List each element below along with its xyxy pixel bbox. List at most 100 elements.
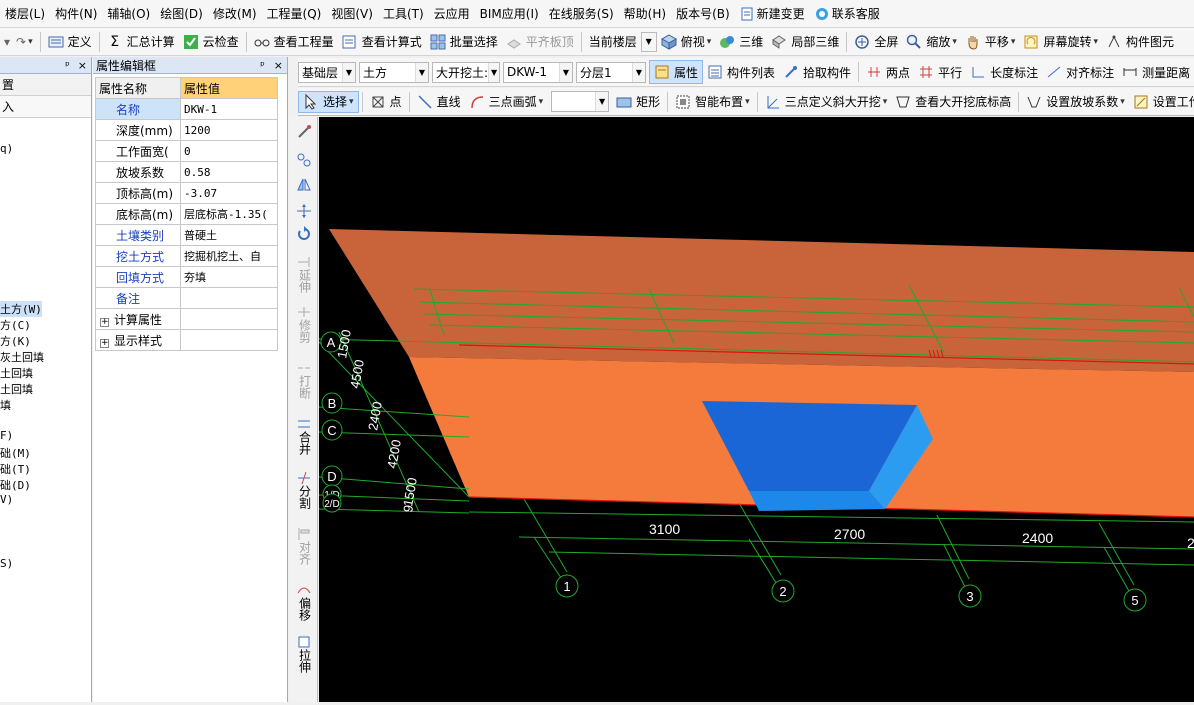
rotate-tool-button[interactable] xyxy=(292,226,316,242)
undo-button[interactable]: ▾ ↷ ▾ xyxy=(0,30,37,54)
arc-option-select[interactable]: ▼ xyxy=(551,91,610,112)
layer-select[interactable]: 分层1 ▼ xyxy=(576,61,646,83)
offset-button[interactable]: 偏移 xyxy=(292,583,316,621)
model-3d-view[interactable]: 1 2 3 5 3100 2700 2400 2 A B C D 1/D 2/D… xyxy=(318,117,1194,702)
property-value[interactable]: 0.58 xyxy=(180,161,278,183)
menu-online[interactable]: 在线服务(S) xyxy=(544,0,619,27)
mirror-tool-button[interactable] xyxy=(292,176,316,192)
menu-floor[interactable]: 楼层(L) xyxy=(0,0,50,27)
menu-bim[interactable]: BIM应用(I) xyxy=(475,0,544,27)
brush-tool-button[interactable] xyxy=(292,124,316,140)
axis-bubble[interactable]: D xyxy=(321,465,343,487)
level-slab-top-button[interactable]: 平齐板顶 xyxy=(502,30,578,54)
axis-bubble[interactable]: 1 xyxy=(555,574,579,598)
component-element-button[interactable]: 构件图元 xyxy=(1102,30,1178,54)
view-quantity-button[interactable]: 查看工程量 xyxy=(250,30,338,54)
property-toggle-button[interactable]: 属性 xyxy=(649,60,704,84)
set-slope-button[interactable]: 设置放坡系数 ▾ xyxy=(1022,90,1129,114)
tree-item[interactable]: 灰土回填 xyxy=(0,349,44,365)
axis-bubble[interactable]: B xyxy=(321,392,343,414)
tree-item[interactable]: 础(M) xyxy=(0,445,31,461)
tree-item[interactable]: 础(D) xyxy=(0,477,31,493)
property-value[interactable]: 1200 xyxy=(180,119,278,141)
tree-item[interactable]: 土方(W) xyxy=(0,301,42,317)
zoom-button[interactable]: 缩放 ▾ xyxy=(902,30,961,54)
floor-select[interactable]: 基础层 ▼ xyxy=(298,61,356,83)
tree-item[interactable]: S) xyxy=(0,557,13,570)
two-points-button[interactable]: 两点 xyxy=(862,60,914,84)
smart-layout-button[interactable]: 智能布置 ▾ xyxy=(671,90,754,114)
pit-front-face[interactable] xyxy=(749,491,885,511)
batch-select-button[interactable]: 批量选择 xyxy=(426,30,502,54)
property-row[interactable]: 放坡系数 0.58 xyxy=(95,161,278,183)
expand-icon[interactable]: + xyxy=(100,338,109,348)
menu-modify[interactable]: 修改(M) xyxy=(208,0,262,27)
point-button[interactable]: 点 xyxy=(366,90,406,114)
stretch-button[interactable]: 拉伸 xyxy=(292,635,316,673)
tree-item[interactable]: 方(K) xyxy=(0,333,31,349)
axis-bubble[interactable]: 2/D xyxy=(322,493,342,513)
local-3d-button[interactable]: 局部三维 xyxy=(767,30,843,54)
rectangle-button[interactable]: 矩形 xyxy=(612,90,664,114)
property-group-row[interactable]: + 计算属性 xyxy=(95,308,278,330)
view-bottom-elevation-button[interactable]: 查看大开挖底标高 xyxy=(891,90,1015,114)
floor-dropdown-button[interactable]: ▼ xyxy=(640,31,657,52)
tree-item[interactable]: 填 xyxy=(0,397,11,413)
property-value[interactable]: 层底标高-1.35( xyxy=(180,203,278,225)
category-select[interactable]: 土方 ▼ xyxy=(359,61,429,83)
axis-bubble[interactable]: C xyxy=(321,419,343,441)
fullscreen-button[interactable]: 全屏 xyxy=(850,30,902,54)
rotate-screen-button[interactable]: 屏幕旋转 ▾ xyxy=(1019,30,1102,54)
three-point-define-button[interactable]: 三点定义斜大开挖 ▾ xyxy=(761,90,892,114)
align-button[interactable]: 对齐 xyxy=(292,527,316,565)
property-value[interactable]: 夯填 xyxy=(180,266,278,288)
property-row[interactable]: 备注 xyxy=(95,287,278,309)
property-row[interactable]: 工作面宽(0 xyxy=(95,140,278,162)
menu-quantity[interactable]: 工程量(Q) xyxy=(262,0,327,27)
component-list-button[interactable]: 构件列表 xyxy=(703,60,779,84)
menu-new-change[interactable]: 新建变更 xyxy=(735,0,810,27)
view-formula-button[interactable]: 查看计算式 xyxy=(338,30,426,54)
menu-cloud[interactable]: 云应用 xyxy=(429,0,475,27)
property-group-row[interactable]: + 显示样式 xyxy=(95,329,278,351)
align-mark-button[interactable]: 对齐标注 xyxy=(1042,60,1118,84)
pan-button[interactable]: 平移 ▾ xyxy=(961,30,1020,54)
property-row[interactable]: 名称 DKW-1 xyxy=(95,98,278,120)
tree-item[interactable]: q) xyxy=(0,142,13,155)
property-value[interactable] xyxy=(180,287,278,309)
menu-draw[interactable]: 绘图(D) xyxy=(155,0,208,27)
property-row[interactable]: 深度(mm) 1200 xyxy=(95,119,278,141)
tree-item[interactable]: 方(C) xyxy=(0,317,31,333)
component-select[interactable]: DKW-1 ▼ xyxy=(503,61,573,83)
three-d-button[interactable]: 三维 xyxy=(715,30,767,54)
menu-tools[interactable]: 工具(T) xyxy=(378,0,429,27)
measure-distance-button[interactable]: 测量距离 xyxy=(1118,60,1194,84)
pick-component-button[interactable]: 拾取构件 xyxy=(779,60,855,84)
pin-icon[interactable]: ᵖ xyxy=(260,59,265,72)
property-row[interactable]: 底标高(m) 层底标高-1.35( xyxy=(95,203,278,225)
property-value[interactable]: DKW-1 xyxy=(180,98,278,120)
parallel-button[interactable]: 平行 xyxy=(914,60,966,84)
property-row[interactable]: 挖土方式 挖掘机挖土、自 xyxy=(95,245,278,267)
menu-view[interactable]: 视图(V) xyxy=(326,0,378,27)
current-floor-label[interactable]: 当前楼层 xyxy=(585,30,641,54)
axis-bubble[interactable]: 2 xyxy=(771,579,795,603)
menu-version[interactable]: 版本号(B) xyxy=(671,0,735,27)
close-icon[interactable]: × xyxy=(274,59,283,72)
split-button[interactable]: 分割 xyxy=(292,471,316,509)
subtype-select[interactable]: 大开挖土: ▼ xyxy=(432,61,500,83)
trim-button[interactable]: 修剪 xyxy=(292,305,316,343)
tree-item[interactable]: V) xyxy=(0,493,13,506)
drawing-canvas[interactable]: 1 2 3 5 3100 2700 2400 2 A B C D 1/D 2/D… xyxy=(318,117,1194,702)
property-row[interactable]: 土壤类别 普硬土 xyxy=(95,224,278,246)
tree-item[interactable]: F) xyxy=(0,429,13,442)
menu-aux-axis[interactable]: 辅轴(O) xyxy=(102,0,155,27)
length-mark-button[interactable]: 长度标注 xyxy=(966,60,1042,84)
menu-component[interactable]: 构件(N) xyxy=(50,0,102,27)
tree-item[interactable]: 土回填 xyxy=(0,381,33,397)
copy-tool-button[interactable] xyxy=(292,152,316,168)
break-button[interactable]: 打断 xyxy=(292,361,316,399)
top-view-button[interactable]: 俯视 ▾ xyxy=(657,30,716,54)
define-button[interactable]: 定义 xyxy=(44,30,96,54)
menu-contact-service[interactable]: 联系客服 xyxy=(810,0,885,27)
